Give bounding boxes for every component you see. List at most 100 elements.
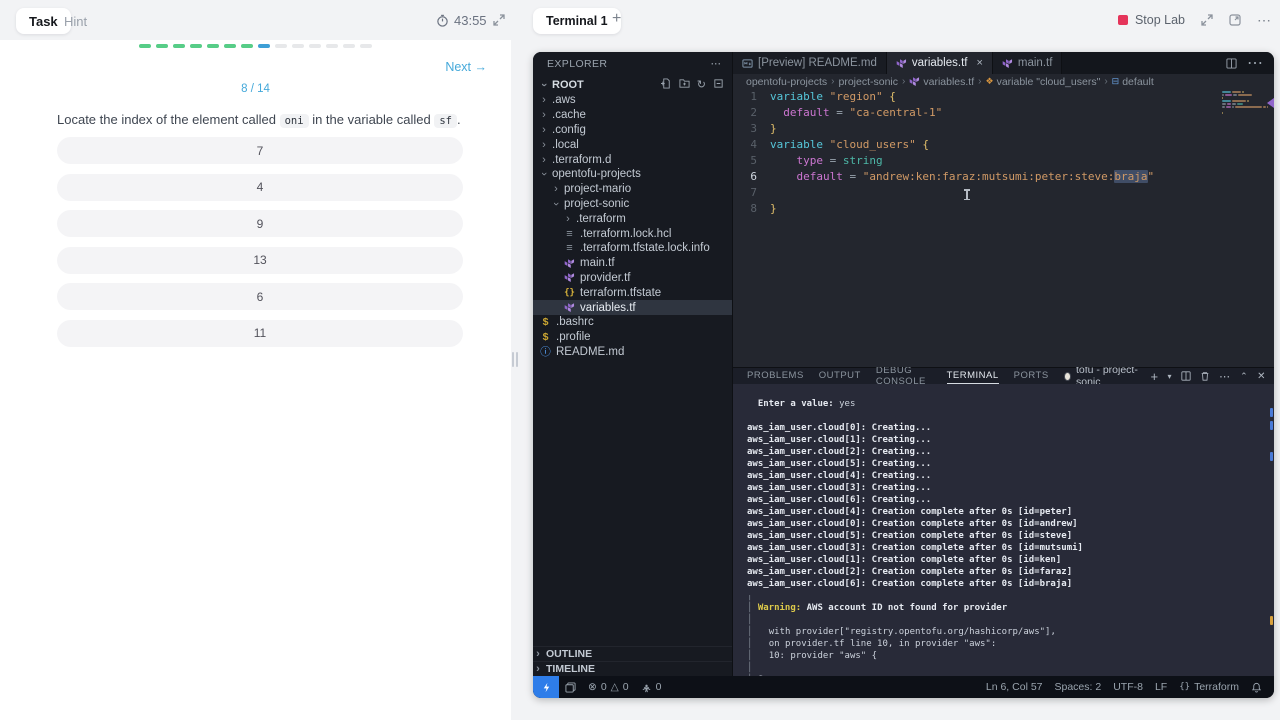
panel-resize-handle[interactable] <box>512 352 519 367</box>
tree-item-main.tf[interactable]: main.tf <box>533 256 732 271</box>
option-9[interactable]: 9 <box>57 210 463 237</box>
code-line-2[interactable]: 2 default = "ca-central-1" <box>733 105 1274 121</box>
tree-item-.bashrc[interactable]: $ .bashrc <box>533 315 732 330</box>
split-editor-icon[interactable] <box>1226 57 1237 69</box>
close-tab-icon[interactable]: × <box>976 57 982 69</box>
tree-item-variables.tf[interactable]: variables.tf <box>533 300 732 315</box>
breadcrumb-item[interactable]: ⊟ default <box>1112 76 1154 88</box>
tree-item-.terraform[interactable]: › .terraform <box>533 211 732 226</box>
code-line-1[interactable]: 1 variable "region" { <box>733 89 1274 105</box>
code-line-6[interactable]: 6 default = "andrew:ken:faraz:mutsumi:pe… <box>733 169 1274 185</box>
breadcrumb-item[interactable]: ❖ variable "cloud_users" <box>985 76 1100 88</box>
progress-dash <box>326 44 338 48</box>
minimap[interactable] <box>1222 91 1268 115</box>
breadcrumb-item[interactable]: variables.tf <box>909 76 974 88</box>
stopwatch-icon <box>436 14 449 27</box>
problems-indicator[interactable]: ⊗ 0 △ 0 <box>582 676 635 698</box>
stop-lab-button[interactable]: Stop Lab <box>1117 13 1185 27</box>
tree-item-.aws[interactable]: › .aws <box>533 93 732 108</box>
option-6[interactable]: 6 <box>57 283 463 310</box>
ports-indicator[interactable]: 0 <box>635 676 668 698</box>
fullscreen-icon[interactable] <box>1201 14 1213 26</box>
outline-section[interactable]: › OUTLINE <box>533 646 732 661</box>
terminal-dropdown-icon[interactable]: ▾ <box>1168 372 1173 381</box>
tab-hint[interactable]: Hint <box>64 14 87 29</box>
tab-readme-preview[interactable]: [Preview] README.md <box>733 52 887 74</box>
cursor-position[interactable]: Ln 6, Col 57 <box>980 676 1049 698</box>
tree-item-provider.tf[interactable]: provider.tf <box>533 271 732 286</box>
scrollbar-tick <box>1270 616 1273 625</box>
symbol-field-icon: ⊟ <box>1111 76 1120 86</box>
tree-item-.terraform.lock.hcl[interactable]: ≡ .terraform.lock.hcl <box>533 226 732 241</box>
scrollbar-tick <box>1270 452 1273 461</box>
code-line-7[interactable]: 7 <box>733 185 1274 201</box>
tree-item-.config[interactable]: › .config <box>533 123 732 138</box>
tree-item-.profile[interactable]: $ .profile <box>533 330 732 345</box>
remote-indicator[interactable] <box>533 676 559 698</box>
explorer-root-folder[interactable]: › ROOT ↻ <box>533 76 732 93</box>
option-13[interactable]: 13 <box>57 246 463 274</box>
tree-item-.local[interactable]: › .local <box>533 137 732 152</box>
tree-item-terraform.tfstate[interactable]: {} terraform.tfstate <box>533 285 732 300</box>
line-number: 1 <box>750 90 757 103</box>
tree-item-README.md[interactable]: ⓘ README.md <box>533 345 732 360</box>
tab-variables-tf[interactable]: variables.tf × <box>886 52 993 74</box>
breadcrumb-separator: › <box>978 76 982 87</box>
open-external-icon[interactable] <box>1229 14 1241 26</box>
panel-tab-debug-console[interactable]: DEBUG CONSOLE <box>876 365 932 387</box>
breadcrumb-item[interactable]: opentofu-projects <box>746 76 827 88</box>
encoding[interactable]: UTF-8 <box>1107 676 1149 698</box>
code-line-8[interactable]: 8} <box>733 201 1274 217</box>
stop-icon <box>1117 15 1128 25</box>
panel-more-icon[interactable]: ⋯ <box>1219 370 1231 383</box>
explorer-more-icon[interactable]: ⋯ <box>711 58 723 70</box>
terminal-line: aws_iam_user.cloud[3]: Creating... <box>747 483 932 493</box>
explorer-sidebar: EXPLORER ⋯ › ROOT ↻ › .aws › .cache › .config… <box>533 52 733 676</box>
panel-tab-problems[interactable]: PROBLEMS <box>747 368 804 384</box>
option-7[interactable]: 7 <box>57 137 463 164</box>
tree-item-.cache[interactable]: › .cache <box>533 108 732 123</box>
notifications-bell-icon[interactable] <box>1245 676 1268 698</box>
code-editor[interactable]: 1 variable "region" {2 default = "ca-cent… <box>733 89 1274 367</box>
terminal[interactable]: Enter a value: yes aws_iam_user.cloud[0]… <box>733 384 1274 676</box>
close-panel-icon[interactable]: ✕ <box>1257 371 1266 382</box>
next-button[interactable]: Next → <box>445 60 487 74</box>
tree-item-.terraform.d[interactable]: › .terraform.d <box>533 152 732 167</box>
terraform-icon <box>896 58 907 69</box>
option-11[interactable]: 11 <box>57 319 463 347</box>
tree-item-project-sonic[interactable]: › project-sonic <box>533 197 732 212</box>
language-mode[interactable]: {} Terraform <box>1173 676 1245 698</box>
split-terminal-icon[interactable] <box>1181 371 1191 381</box>
new-terminal-icon[interactable]: + <box>1150 369 1158 384</box>
option-4[interactable]: 4 <box>57 173 463 201</box>
code-line-3[interactable]: 3} <box>733 121 1274 137</box>
panel-tab-output[interactable]: OUTPUT <box>819 368 861 384</box>
terraform-icon <box>563 272 576 283</box>
add-terminal-tab-button[interactable]: + <box>612 10 621 28</box>
panel-tab-ports[interactable]: PORTS <box>1014 368 1049 384</box>
feedback-icon[interactable] <box>559 676 582 698</box>
tab-terminal-1[interactable]: Terminal 1 <box>533 8 621 34</box>
new-file-icon[interactable] <box>660 78 672 91</box>
new-folder-icon[interactable] <box>679 78 690 91</box>
tab-main-tf[interactable]: main.tf <box>992 52 1063 74</box>
code-line-5[interactable]: 5 type = string <box>733 153 1274 169</box>
tree-item-opentofu-projects[interactable]: › opentofu-projects <box>533 167 732 182</box>
breadcrumb-item[interactable]: project-sonic <box>838 76 898 88</box>
tree-item-.terraform.tfstate.lock.info[interactable]: ≡ .terraform.tfstate.lock.info <box>533 241 732 256</box>
tab-task[interactable]: Task <box>16 8 71 34</box>
timeline-section[interactable]: › TIMELINE <box>533 661 732 676</box>
maximize-panel-icon[interactable]: ⌃ <box>1240 371 1248 382</box>
code-line-4[interactable]: 4 variable "cloud_users" { <box>733 137 1274 153</box>
expand-panel-icon[interactable] <box>493 14 505 26</box>
collapse-folders-icon[interactable] <box>713 78 724 91</box>
eol-sequence[interactable]: LF <box>1149 676 1173 698</box>
editor-more-icon[interactable]: ⋯ <box>1247 53 1264 73</box>
panel-tab-terminal[interactable]: TERMINAL <box>946 368 999 384</box>
more-options-icon[interactable]: ⋯ <box>1257 12 1272 29</box>
tree-item-project-mario[interactable]: › project-mario <box>533 182 732 197</box>
kill-terminal-icon[interactable] <box>1200 371 1210 381</box>
indentation[interactable]: Spaces: 2 <box>1049 676 1108 698</box>
refresh-icon[interactable]: ↻ <box>697 78 706 91</box>
terminal-line: aws_iam_user.cloud[4]: Creating... <box>747 471 932 481</box>
